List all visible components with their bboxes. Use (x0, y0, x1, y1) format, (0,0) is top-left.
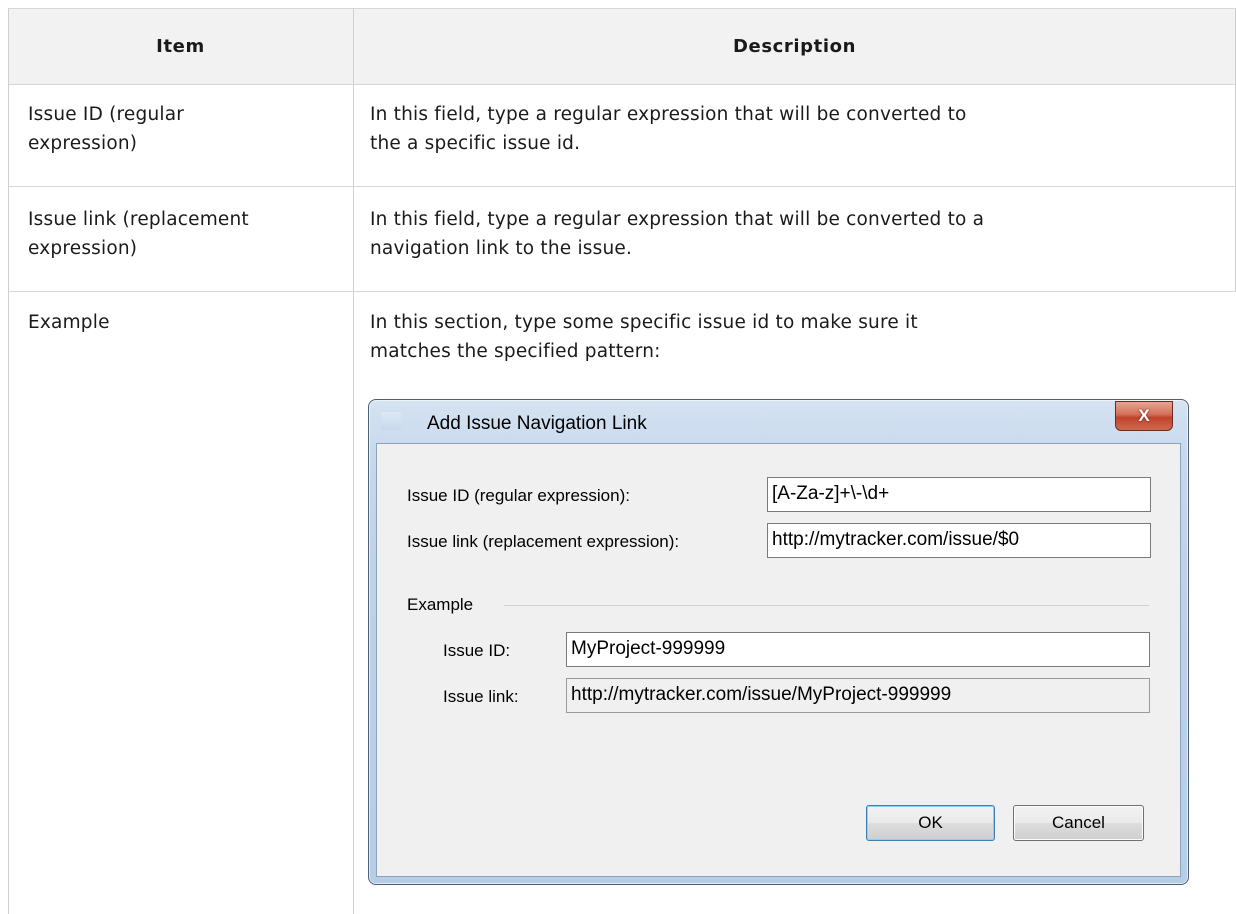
group-separator (504, 605, 1149, 606)
issue-id-label: Issue ID (regular expression): (407, 486, 630, 505)
item-line: expression) (28, 238, 138, 259)
issue-id-regex-input[interactable]: [A-Za-z]+\-\d+ (767, 477, 1151, 512)
example-issue-id-input[interactable]: MyProject-999999 (566, 632, 1150, 667)
description-line: matches the specified pattern: (370, 341, 661, 362)
header-description: Description (732, 35, 857, 57)
issue-link-label: Issue link (replacement expression): (407, 532, 680, 551)
description-line: the a specific issue id. (370, 133, 581, 154)
table-column-divider (353, 8, 354, 914)
window-icon (381, 412, 401, 430)
example-issue-link-label: Issue link: (443, 687, 519, 706)
table-row-2-item: Issue link (replacement expression) (28, 205, 249, 263)
description-line: In this field, type a regular expression… (370, 209, 985, 230)
table-row-3-item: Example (28, 308, 110, 337)
ok-button[interactable]: OK (866, 805, 995, 841)
example-group-label: Example (407, 595, 474, 614)
dialog-title-bar[interactable]: Add Issue Navigation Link X (369, 400, 1188, 443)
item-line: Example (28, 312, 110, 333)
item-line: Issue ID (regular (28, 104, 185, 125)
table-row-2-description: In this field, type a regular expression… (370, 205, 984, 263)
table-row-divider (8, 186, 1236, 187)
table-left-border (8, 8, 9, 914)
table-row-3-description: In this section, type some specific issu… (370, 308, 918, 366)
dialog-body: Issue ID (regular expression): [A-Za-z]+… (376, 443, 1181, 877)
table-top-border (8, 8, 1236, 9)
table-header-divider (8, 84, 1236, 85)
description-line: In this field, type a regular expression… (370, 104, 967, 125)
item-line: Issue link (replacement (28, 209, 249, 230)
add-issue-navigation-link-dialog: Add Issue Navigation Link X Issue ID (re… (368, 399, 1189, 885)
dialog-title: Add Issue Navigation Link (427, 413, 647, 434)
table-header-row: Item Description (8, 8, 1236, 84)
table-row-1-description: In this field, type a regular expression… (370, 100, 967, 158)
close-icon[interactable]: X (1115, 401, 1173, 431)
example-issue-id-label: Issue ID: (443, 641, 511, 660)
description-line: navigation link to the issue. (370, 238, 633, 259)
header-item: Item (156, 35, 205, 57)
cancel-button[interactable]: Cancel (1013, 805, 1144, 841)
table-row-1-item: Issue ID (regular expression) (28, 100, 184, 158)
issue-link-replacement-input[interactable]: http://mytracker.com/issue/$0 (767, 523, 1151, 558)
table-row-divider (8, 291, 1236, 292)
item-line: expression) (28, 133, 138, 154)
description-line: In this section, type some specific issu… (370, 312, 918, 333)
example-issue-link-output: http://mytracker.com/issue/MyProject-999… (566, 678, 1150, 713)
